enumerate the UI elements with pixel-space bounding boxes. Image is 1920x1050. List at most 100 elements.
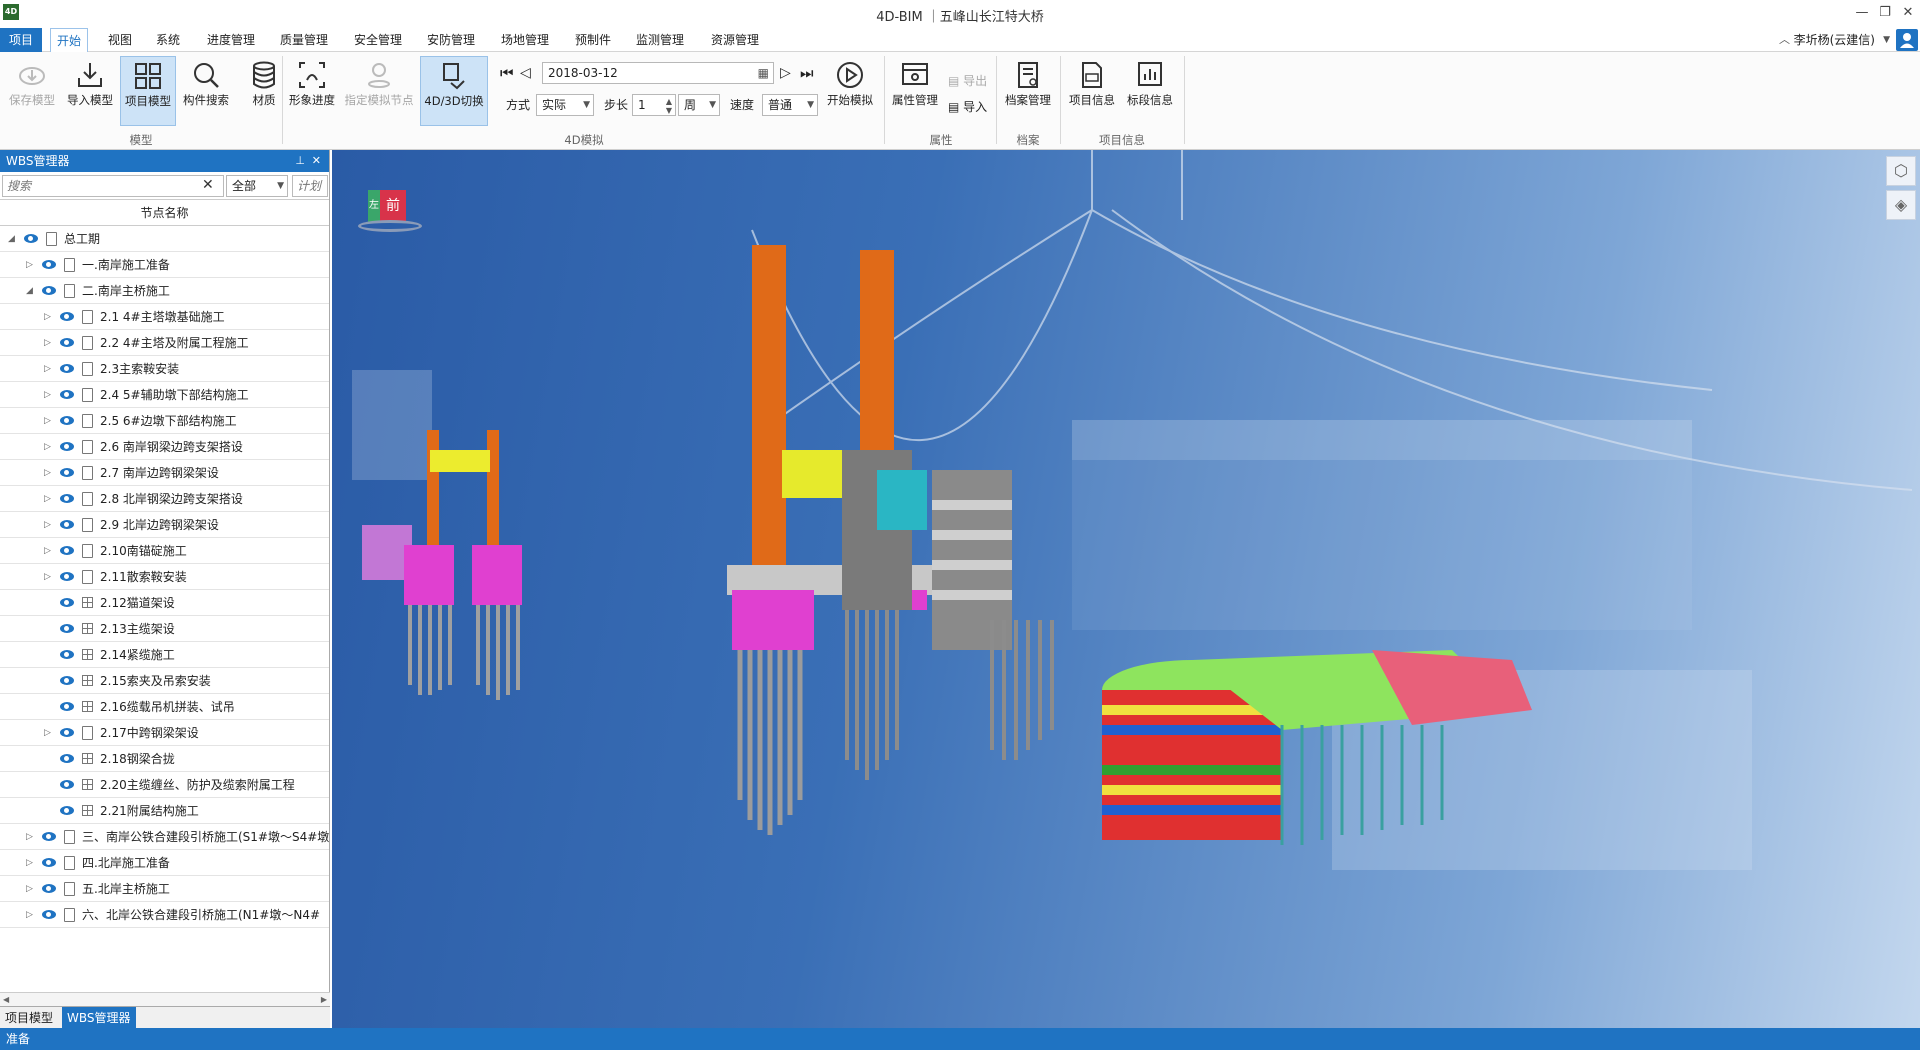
tab-wbs-manager[interactable]: WBS管理器 bbox=[62, 1007, 136, 1029]
visibility-eye-icon[interactable] bbox=[42, 910, 56, 919]
expand-icon[interactable]: ▷ bbox=[44, 538, 54, 563]
visibility-eye-icon[interactable] bbox=[60, 494, 74, 503]
visibility-eye-icon[interactable] bbox=[60, 312, 74, 321]
wbs-tree-row[interactable]: 2.14紧缆施工 bbox=[0, 642, 329, 668]
visibility-eye-icon[interactable] bbox=[60, 338, 74, 347]
visibility-eye-icon[interactable] bbox=[60, 728, 74, 737]
expand-icon[interactable]: ▷ bbox=[26, 902, 36, 927]
section-info-button[interactable]: 标段信息 bbox=[1122, 56, 1178, 126]
avatar[interactable] bbox=[1896, 29, 1918, 51]
wbs-tree-row[interactable]: 2.15索夹及吊索安装 bbox=[0, 668, 329, 694]
wbs-tree-row[interactable]: ▷ 2.8 北岸钢梁边跨支架搭设 bbox=[0, 486, 329, 512]
visibility-eye-icon[interactable] bbox=[60, 572, 74, 581]
wbs-tree-row[interactable]: ▷ 六、北岸公铁合建段引桥施工(N1#墩～N4# bbox=[0, 902, 329, 928]
expand-icon[interactable]: ▷ bbox=[44, 408, 54, 433]
visibility-eye-icon[interactable] bbox=[60, 676, 74, 685]
close-panel-icon[interactable]: ✕ bbox=[312, 150, 321, 172]
visibility-eye-icon[interactable] bbox=[42, 884, 56, 893]
wbs-tree-row[interactable]: ▷ 2.6 南岸钢梁边跨支架搭设 bbox=[0, 434, 329, 460]
expand-icon[interactable]: ▷ bbox=[26, 824, 36, 849]
view-cube-ring[interactable] bbox=[358, 220, 422, 232]
export-button[interactable]: ▤ 导出 bbox=[948, 70, 987, 92]
menu-item-resource[interactable]: 资源管理 bbox=[705, 28, 765, 52]
expand-icon[interactable]: ▷ bbox=[26, 850, 36, 875]
date-field[interactable]: 2018-03-12 ▦ bbox=[542, 62, 774, 84]
step-back-icon[interactable]: ◁ bbox=[520, 62, 531, 84]
view-cube-left-face[interactable]: 左 bbox=[368, 190, 380, 222]
wbs-tree-row[interactable]: ▷ 五.北岸主桥施工 bbox=[0, 876, 329, 902]
wbs-tree-row[interactable]: ▷ 2.10南锚碇施工 bbox=[0, 538, 329, 564]
restore-icon[interactable]: ❐ bbox=[1875, 4, 1895, 22]
clear-search-icon[interactable]: ✕ bbox=[202, 177, 214, 193]
user-dropdown-icon[interactable]: ▼ bbox=[1883, 28, 1890, 52]
wbs-tree-row[interactable]: ▷ 2.17中跨钢梁架设 bbox=[0, 720, 329, 746]
wbs-tree-row[interactable]: 2.18钢梁合拢 bbox=[0, 746, 329, 772]
calendar-icon[interactable]: ▦ bbox=[758, 63, 769, 83]
visibility-eye-icon[interactable] bbox=[60, 624, 74, 633]
wbs-tree-row[interactable]: 2.20主缆缠丝、防护及缆索附属工程 bbox=[0, 772, 329, 798]
visibility-eye-icon[interactable] bbox=[42, 858, 56, 867]
scroll-left-icon[interactable]: ◀ bbox=[3, 993, 9, 1007]
speed-select[interactable]: 普通 ▼ bbox=[762, 94, 818, 116]
visibility-eye-icon[interactable] bbox=[60, 598, 74, 607]
menu-item-project[interactable]: 项目 bbox=[0, 28, 42, 52]
menu-item-view[interactable]: 视图 bbox=[102, 28, 138, 52]
wbs-tree-row[interactable]: ▷ 四.北岸施工准备 bbox=[0, 850, 329, 876]
wbs-tree-row[interactable]: ▷ 一.南岸施工准备 bbox=[0, 252, 329, 278]
visibility-eye-icon[interactable] bbox=[60, 442, 74, 451]
menu-item-monitor[interactable]: 监测管理 bbox=[630, 28, 690, 52]
mode-select[interactable]: 实际 ▼ bbox=[536, 94, 594, 116]
archive-manage-button[interactable]: 档案管理 bbox=[998, 56, 1058, 126]
expand-icon[interactable]: ▷ bbox=[44, 720, 54, 745]
view-iso-button[interactable]: ◈ bbox=[1886, 190, 1916, 220]
menu-item-system[interactable]: 系统 bbox=[150, 28, 186, 52]
collapse-icon[interactable]: ◢ bbox=[26, 278, 36, 303]
project-info-button[interactable]: 项目信息 bbox=[1064, 56, 1120, 126]
wbs-tree-row[interactable]: 2.13主缆架设 bbox=[0, 616, 329, 642]
expand-icon[interactable]: ▷ bbox=[44, 564, 54, 589]
menu-item-quality[interactable]: 质量管理 bbox=[274, 28, 334, 52]
toggle-4d-3d-button[interactable]: 4D/3D切换 bbox=[420, 56, 488, 126]
view-cube-front-face[interactable]: 前 bbox=[380, 190, 406, 222]
wbs-tree-row[interactable]: ▷ 2.2 4#主塔及附属工程施工 bbox=[0, 330, 329, 356]
close-icon[interactable]: ✕ bbox=[1898, 4, 1918, 22]
attribute-manage-button[interactable]: 属性管理 bbox=[886, 56, 944, 126]
start-simulation-button[interactable]: 开始模拟 bbox=[820, 56, 880, 126]
visibility-eye-icon[interactable] bbox=[42, 286, 56, 295]
scroll-right-icon[interactable]: ▶ bbox=[321, 993, 327, 1007]
menu-item-prefab[interactable]: 预制件 bbox=[569, 28, 617, 52]
menu-item-safety[interactable]: 安全管理 bbox=[348, 28, 408, 52]
step-stepper[interactable]: 1 ▲ ▼ bbox=[632, 94, 676, 116]
menu-item-schedule[interactable]: 进度管理 bbox=[201, 28, 261, 52]
wbs-tree-row[interactable]: 2.21附属结构施工 bbox=[0, 798, 329, 824]
expand-icon[interactable]: ▷ bbox=[44, 512, 54, 537]
visibility-eye-icon[interactable] bbox=[42, 832, 56, 841]
expand-icon[interactable]: ▷ bbox=[26, 252, 36, 277]
menu-item-site[interactable]: 场地管理 bbox=[495, 28, 555, 52]
bridge-model[interactable] bbox=[332, 150, 1920, 1028]
filter-select[interactable]: 全部 ▼ bbox=[226, 175, 288, 197]
visibility-eye-icon[interactable] bbox=[60, 468, 74, 477]
wbs-tree-row[interactable]: ▷ 三、南岸公铁合建段引桥施工(S1#墩～S4#墩 bbox=[0, 824, 329, 850]
search-input[interactable] bbox=[2, 175, 224, 197]
menu-item-security[interactable]: 安防管理 bbox=[421, 28, 481, 52]
visibility-eye-icon[interactable] bbox=[60, 806, 74, 815]
visibility-eye-icon[interactable] bbox=[60, 780, 74, 789]
plan-input[interactable] bbox=[292, 175, 328, 197]
specify-sim-node-button[interactable]: 指定模拟节点 bbox=[342, 56, 416, 126]
3d-viewport[interactable]: 左 前 ⬡ ◈ bbox=[332, 150, 1920, 1028]
tab-project-model[interactable]: 项目模型 bbox=[0, 1007, 58, 1029]
collapse-ribbon-icon[interactable]: ︿ bbox=[1779, 28, 1790, 52]
visibility-eye-icon[interactable] bbox=[60, 364, 74, 373]
expand-icon[interactable]: ▷ bbox=[44, 486, 54, 511]
view-home-button[interactable]: ⬡ bbox=[1886, 156, 1916, 186]
visibility-eye-icon[interactable] bbox=[60, 520, 74, 529]
expand-icon[interactable]: ▷ bbox=[44, 460, 54, 485]
wbs-tree-row[interactable]: ◢ 二.南岸主桥施工 bbox=[0, 278, 329, 304]
expand-icon[interactable]: ▷ bbox=[26, 876, 36, 901]
save-model-button[interactable]: 保存模型 bbox=[4, 56, 60, 126]
wbs-tree-row[interactable]: ▷ 2.1 4#主塔墩基础施工 bbox=[0, 304, 329, 330]
skip-to-end-icon[interactable]: ⏭ bbox=[800, 62, 814, 84]
visibility-eye-icon[interactable] bbox=[24, 234, 38, 243]
expand-icon[interactable]: ▷ bbox=[44, 330, 54, 355]
